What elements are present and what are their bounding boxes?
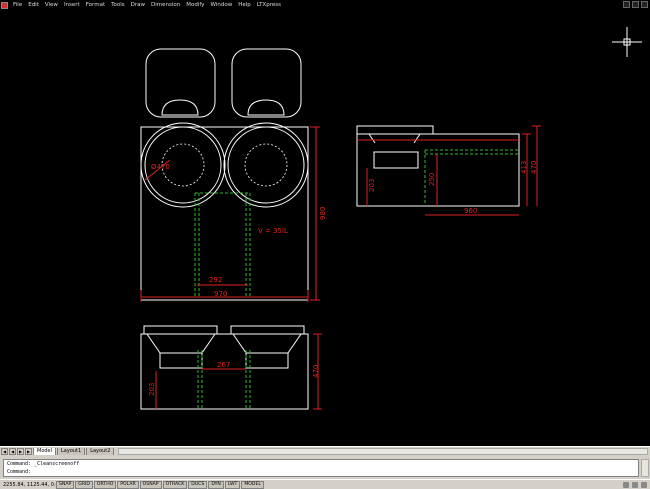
model-toggle[interactable]: MODEL	[241, 480, 264, 489]
lock-icon[interactable]	[632, 481, 638, 488]
front-view-ports	[194, 192, 251, 297]
menu-ltxpress[interactable]: LTXpress	[254, 0, 284, 10]
dim-203: 203	[368, 179, 376, 192]
snap-toggle[interactable]: SNAP	[56, 480, 75, 489]
tab-next-icon[interactable]: ▶	[17, 448, 24, 455]
top-view-ports	[197, 350, 251, 409]
dim-203-top: 203	[148, 383, 156, 396]
menu-bar: File Edit View Insert Format Tools Draw …	[0, 0, 650, 10]
coordinate-readout: 2255.84, 1125.44, 0.00	[3, 481, 62, 488]
app-icon[interactable]	[1, 1, 8, 9]
menu-view[interactable]: View	[42, 0, 61, 10]
menu-draw[interactable]: Draw	[128, 0, 148, 10]
dim-267: 267	[217, 361, 230, 369]
dyn-toggle[interactable]: DYN	[208, 480, 224, 489]
dim-413: 413	[520, 161, 528, 174]
drawing-canvas[interactable]: Ø470 292 970 V = 35lL 980 203 250 960 41…	[0, 10, 650, 446]
communication-icon[interactable]	[623, 481, 629, 488]
dim-980: 980	[319, 207, 327, 220]
volume-label: V = 35lL	[258, 227, 288, 235]
front-view	[140, 48, 309, 301]
menu-dimension[interactable]: Dimension	[148, 0, 183, 10]
grid-toggle[interactable]: GRID	[75, 480, 93, 489]
osnap-toggle[interactable]: OSNAP	[139, 480, 162, 489]
restore-icon[interactable]	[632, 1, 639, 8]
command-history: Command: _Cleanscreenoff	[7, 461, 80, 467]
ortho-toggle[interactable]: ORTHO	[93, 480, 117, 489]
menu-format[interactable]: Format	[83, 0, 108, 10]
command-window[interactable]: Command: _Cleanscreenoff Command:	[3, 459, 639, 477]
ducs-toggle[interactable]: DUCS	[188, 480, 208, 489]
top-view-dims	[155, 333, 322, 410]
menu-tools[interactable]: Tools	[108, 0, 128, 10]
menu-edit[interactable]: Edit	[25, 0, 42, 10]
side-view	[356, 125, 520, 207]
minimize-icon[interactable]	[623, 1, 630, 8]
crosshair-cursor	[612, 27, 642, 57]
side-view-ports	[424, 149, 519, 206]
tab-first-icon[interactable]: ◀	[1, 448, 8, 455]
dim-250: 250	[428, 173, 436, 186]
close-icon[interactable]	[641, 1, 648, 8]
dim-470: Ø470	[151, 163, 170, 171]
tray-settings-icon[interactable]	[641, 481, 647, 488]
command-prompt[interactable]: Command:	[4, 468, 638, 476]
lwt-toggle[interactable]: LWT	[224, 480, 241, 489]
menu-file[interactable]: File	[10, 0, 25, 10]
menu-insert[interactable]: Insert	[61, 0, 83, 10]
status-tray	[623, 481, 650, 488]
dim-970: 970	[214, 290, 227, 298]
dim-470-top: 470	[312, 365, 320, 378]
side-view-dims	[357, 125, 541, 216]
polar-toggle[interactable]: POLAR	[117, 480, 139, 489]
command-scrollbar[interactable]	[641, 459, 649, 477]
menu-modify[interactable]: Modify	[183, 0, 207, 10]
cad-drawing: Ø470 292 970 V = 35lL 980 203 250 960 41…	[140, 27, 642, 410]
otrack-toggle[interactable]: OTRACK	[162, 480, 188, 489]
dim-292: 292	[209, 276, 222, 284]
front-view-dims	[140, 126, 320, 302]
dim-470-side: 470	[530, 161, 538, 174]
menu-help[interactable]: Help	[235, 0, 254, 10]
tab-last-icon[interactable]: ▶	[25, 448, 32, 455]
window-controls	[623, 1, 648, 8]
horizontal-scrollbar[interactable]	[118, 448, 648, 455]
tab-prev-icon[interactable]: ◀	[9, 448, 16, 455]
menu-window[interactable]: Window	[208, 0, 236, 10]
command-area: Command: _Cleanscreenoff Command:	[0, 455, 650, 479]
dim-960: 960	[464, 207, 477, 215]
